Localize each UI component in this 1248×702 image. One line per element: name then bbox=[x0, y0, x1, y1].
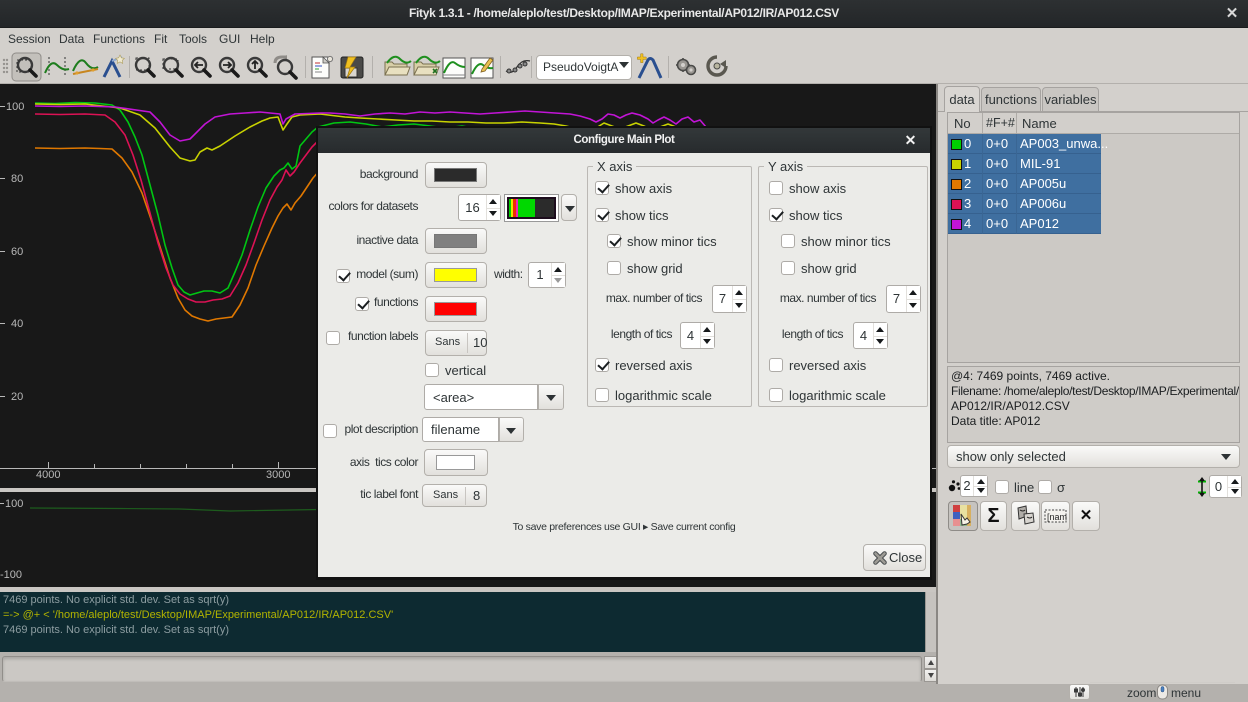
svg-text:40: 40 bbox=[11, 318, 23, 330]
svg-text:4000: 4000 bbox=[36, 469, 60, 481]
svg-text:20: 20 bbox=[11, 391, 23, 403]
svg-text:80: 80 bbox=[11, 173, 23, 185]
svg-text:3000: 3000 bbox=[266, 469, 290, 481]
svg-text:60: 60 bbox=[11, 246, 23, 258]
svg-text:100: 100 bbox=[5, 498, 23, 510]
svg-text:-100: -100 bbox=[0, 569, 22, 581]
svg-text:100: 100 bbox=[6, 101, 24, 113]
svg-text:[nam: [nam bbox=[1047, 512, 1067, 522]
